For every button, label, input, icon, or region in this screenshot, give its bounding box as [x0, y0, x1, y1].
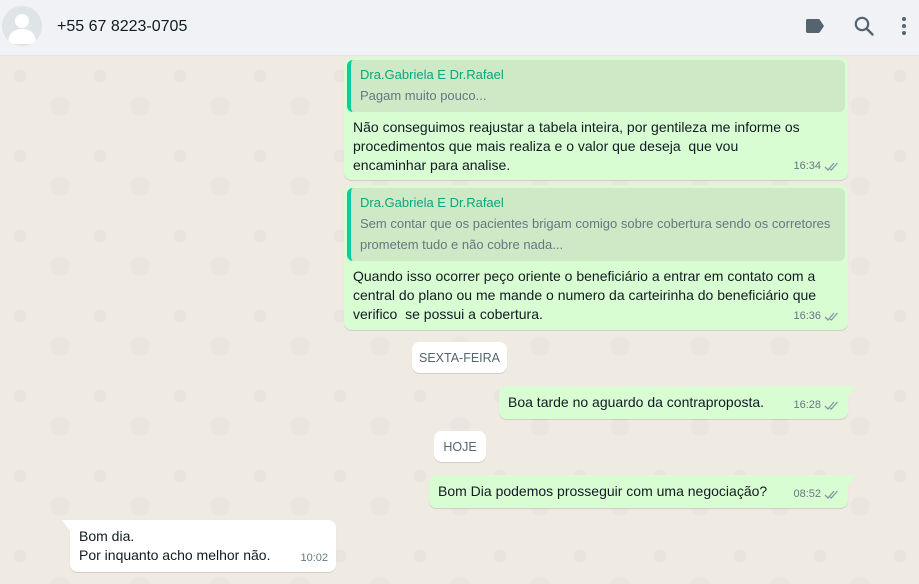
label-icon[interactable]: [803, 14, 827, 38]
date-divider: HOJE: [434, 431, 486, 462]
message-time: 10:02: [300, 552, 328, 564]
chat-header: +55 67 8223-0705: [0, 0, 919, 56]
double-check-icon: [824, 490, 838, 499]
bubble-tail: [62, 520, 70, 531]
search-icon[interactable]: [852, 14, 876, 38]
message-outgoing[interactable]: Bom Dia podemos prosseguir com uma negoc…: [429, 475, 856, 508]
bubble-tail: [848, 386, 856, 397]
quote-text: Pagam muito pouco...: [360, 88, 487, 103]
message-outgoing[interactable]: Boa tarde no aguardo da contraproposta. …: [499, 386, 856, 419]
message-outgoing[interactable]: Dra.Gabriela E Dr.Rafael Sem contar que …: [344, 185, 848, 330]
message-meta: 10:02: [300, 549, 328, 568]
quote-author: Dra.Gabriela E Dr.Rafael: [360, 67, 504, 82]
bubble-tail: [848, 475, 856, 486]
message-text: Bom dia. Por inquanto acho melhor não.: [79, 528, 271, 563]
message-meta: 16:34: [793, 157, 840, 176]
message-incoming[interactable]: Bom dia. Por inquanto acho melhor não. 1…: [62, 520, 336, 572]
menu-icon[interactable]: [892, 14, 916, 38]
double-check-icon: [824, 401, 838, 410]
message-meta: 16:28: [793, 396, 840, 415]
double-check-icon: [824, 162, 838, 171]
message-time: 08:52: [793, 488, 821, 500]
message-text: Não conseguimos reajustar a tabela intei…: [353, 119, 804, 173]
message-time: 16:34: [793, 160, 821, 172]
date-divider: SEXTA-FEIRA: [412, 342, 507, 373]
default-avatar-icon: [2, 6, 42, 46]
quote-text: Sem contar que os pacientes brigam comig…: [360, 216, 831, 252]
double-check-icon: [824, 312, 838, 321]
message-text: Bom Dia podemos prosseguir com uma negoc…: [438, 483, 768, 499]
message-meta: 16:36: [793, 307, 840, 326]
quoted-message[interactable]: Dra.Gabriela E Dr.Rafael Sem contar que …: [347, 188, 845, 261]
quoted-message[interactable]: Dra.Gabriela E Dr.Rafael Pagam muito pou…: [347, 60, 845, 112]
message-time: 16:36: [793, 310, 821, 322]
contact-name[interactable]: +55 67 8223-0705: [57, 18, 187, 36]
chat-messages[interactable]: Dra.Gabriela E Dr.Rafael Pagam muito pou…: [0, 56, 919, 584]
message-meta: 08:52: [793, 485, 840, 504]
message-time: 16:28: [793, 399, 821, 411]
message-outgoing[interactable]: Dra.Gabriela E Dr.Rafael Pagam muito pou…: [344, 57, 848, 180]
quote-author: Dra.Gabriela E Dr.Rafael: [360, 195, 504, 210]
message-text: Quando isso ocorrer peço oriente o benef…: [353, 268, 820, 322]
avatar[interactable]: [2, 6, 42, 46]
